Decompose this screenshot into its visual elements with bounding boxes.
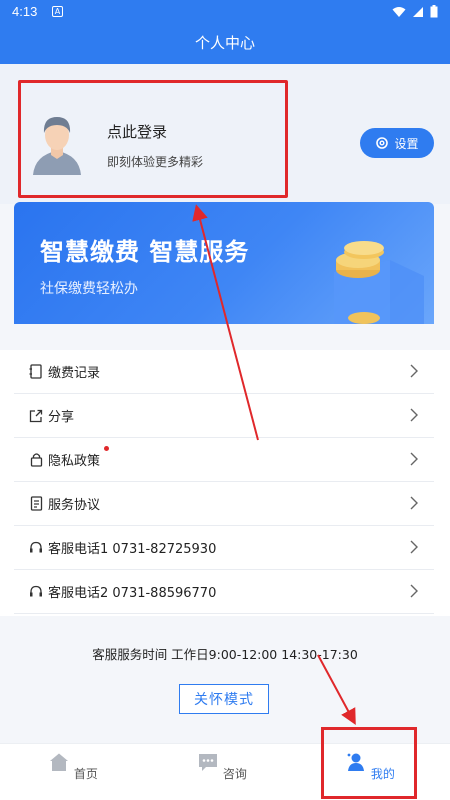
tab-label: 咨询 <box>222 767 247 781</box>
menu-item-label: 服务协议 <box>48 498 101 513</box>
menu-item-label: 缴费记录 <box>48 366 101 381</box>
login-area[interactable]: 点此登录 即刻体验更多精彩 <box>18 80 288 198</box>
page-title: 个人中心 <box>194 34 255 52</box>
avatar-icon <box>33 117 81 175</box>
menu-item-label: 客服电话1 0731-82725930 <box>48 542 217 557</box>
menu-list: 缴费记录 分享 隐私政策 服务协议 客服电话1 0731-82725930 客服… <box>14 350 434 614</box>
title-bar: 个人中心 <box>0 24 450 64</box>
headset-icon <box>28 540 44 556</box>
banner-subtitle: 社保缴费轻松办 <box>40 281 138 297</box>
notification-a-icon: A <box>52 6 63 17</box>
chevron-right-icon <box>410 496 418 510</box>
care-mode-button[interactable]: 关怀模式 <box>179 684 269 714</box>
headset-icon <box>28 584 44 600</box>
chevron-right-icon <box>410 452 418 466</box>
home-icon <box>50 753 69 771</box>
wifi-icon <box>392 6 406 17</box>
record-icon <box>28 364 44 380</box>
annotation-highlight-box <box>321 727 417 799</box>
menu-item-share[interactable]: 分享 <box>14 394 434 438</box>
service-hours-text: 客服服务时间 工作日9:00-12:00 14:30-17:30 <box>92 647 358 662</box>
arrow-to-mine-tab <box>317 654 356 726</box>
promo-banner[interactable]: 智慧缴费 智慧服务 社保缴费轻松办 <box>14 202 434 324</box>
profile-section: 点此登录 即刻体验更多精彩 设置 <box>0 64 450 204</box>
gear-icon <box>376 137 389 149</box>
status-icons <box>392 5 438 18</box>
menu-item-hotline-2[interactable]: 客服电话2 0731-88596770 <box>14 570 434 614</box>
signal-icon <box>413 6 423 17</box>
settings-button[interactable]: 设置 <box>360 128 434 158</box>
document-icon <box>28 496 44 512</box>
coins-illustration-icon <box>334 241 424 324</box>
menu-item-privacy-policy[interactable]: 隐私政策 <box>14 438 434 482</box>
menu-item-label: 隐私政策 <box>48 454 101 469</box>
menu-item-service-agreement[interactable]: 服务协议 <box>14 482 434 526</box>
battery-icon <box>430 5 438 18</box>
chevron-right-icon <box>410 540 418 554</box>
notification-dot <box>104 446 109 451</box>
share-icon <box>28 408 44 424</box>
chevron-right-icon <box>410 408 418 422</box>
tab-home[interactable]: 首页 <box>33 752 113 782</box>
tab-label: 首页 <box>73 767 98 781</box>
menu-item-hotline-1[interactable]: 客服电话1 0731-82725930 <box>14 526 434 570</box>
banner-title: 智慧缴费 智慧服务 <box>40 238 250 266</box>
chevron-right-icon <box>410 364 418 378</box>
status-bar: 4:13 A <box>0 0 450 24</box>
menu-item-label: 客服电话2 0731-88596770 <box>48 586 217 601</box>
status-time: 4:13 <box>12 4 38 19</box>
chat-icon <box>199 754 218 771</box>
login-subtitle: 即刻体验更多精彩 <box>107 155 204 169</box>
menu-item-payment-record[interactable]: 缴费记录 <box>14 350 434 394</box>
settings-label: 设置 <box>394 136 419 151</box>
login-title: 点此登录 <box>107 123 168 141</box>
lock-icon <box>28 452 44 468</box>
menu-item-label: 分享 <box>48 410 75 425</box>
chevron-right-icon <box>410 584 418 598</box>
tab-consult[interactable]: 咨询 <box>182 752 262 782</box>
